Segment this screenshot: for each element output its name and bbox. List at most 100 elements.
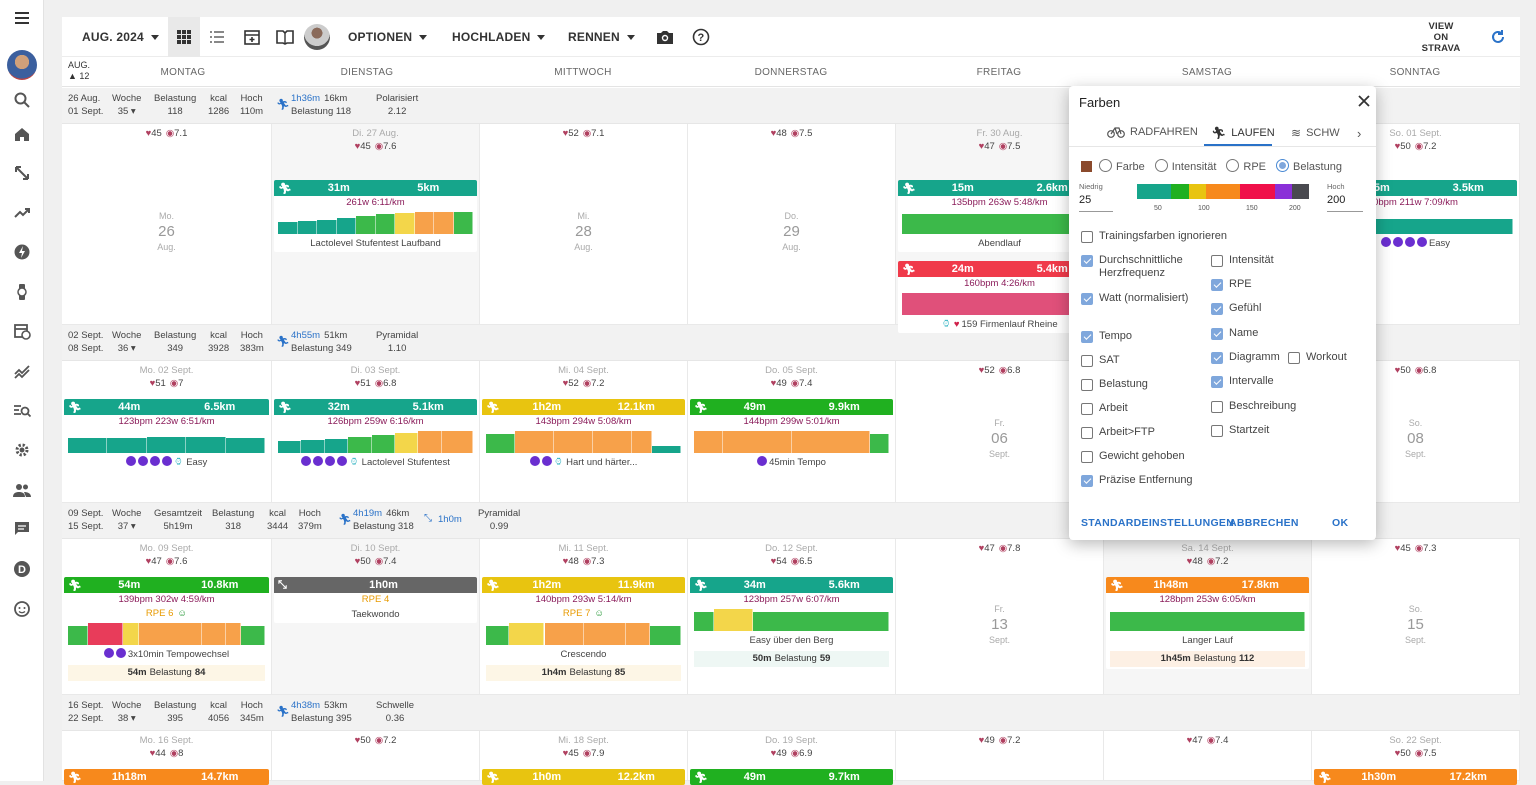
tab-radfahren[interactable]: RADFAHREN [1107,126,1198,138]
gear-icon[interactable] [0,433,44,467]
home-icon[interactable] [0,117,44,151]
calendar-clock-icon[interactable] [0,314,44,348]
day-cell[interactable]: Sa. 14 Sept. ♥48 ◉7.2 🏃︎ 1h48m 17.8km 128bpm 2… [1104,539,1312,695]
day-cell[interactable]: Mi. 11 Sept. ♥48 ◉7.3 🏃︎ 1h2m 11.9km 140bpm 29… [480,539,688,695]
grid-view-icon[interactable] [168,17,200,57]
day-cell[interactable]: ♥48 ◉7.5 Do. 29 Aug. [688,124,896,325]
tab-schwimmen[interactable]: ≋ SCHW [1291,126,1340,140]
day-cell[interactable]: Di. 10 Sept. ♥50 ◉7.4 ⤡ 1h0m RPE 4 Taekwondo [272,539,480,695]
help-icon[interactable]: ? [692,17,710,57]
ok-button[interactable]: OK [1332,517,1348,529]
activity-card[interactable]: 🏃︎ 1h2m 12.1km 143bpm 294w 5:08/km ⌚︎ Hart un… [482,399,685,471]
niedrig-input[interactable]: 25 [1079,192,1113,212]
optionen-menu[interactable]: OPTIONEN [348,17,428,57]
day-cell[interactable]: Di. 27 Aug. ♥45 ◉7.6 🏃︎ 31m 5km 261w 6:11/km La… [272,124,480,325]
standard-settings-button[interactable]: STANDARDEINSTELLUNGEN [1081,517,1234,529]
bolt-icon[interactable] [0,235,44,269]
d-icon[interactable]: D [0,552,44,586]
radio-belastung[interactable]: Belastung [1276,159,1342,173]
week-summary[interactable]: 16 Sept. 22 Sept. Woche 38 ▾ Belastung 395 kca… [62,695,1520,731]
expand-icon[interactable] [0,156,44,190]
activity-card[interactable]: 🏃︎ 54m 10.8km 139bpm 302w 4:59/km RPE 6 ☺ 3x10… [64,577,269,683]
week-number[interactable]: Woche 38 ▾ [112,699,141,725]
day-cell[interactable]: ♥47 ◉7.8 Fr. 13 Sept. [896,539,1104,695]
checkbox-7[interactable]: Gewicht gehoben [1081,450,1201,463]
people-icon[interactable] [0,473,44,507]
calendar-add-icon[interactable] [244,17,260,57]
activity-card[interactable]: 🏃︎ 49m 9.7km [690,769,893,785]
day-cell[interactable]: Do. 19 Sept. ♥49 ◉6.9 🏃︎ 49m 9.7km [688,731,896,785]
checkbox-r4[interactable]: Diagramm [1211,351,1280,364]
radio-farbe[interactable]: Farbe [1099,159,1145,173]
activity-card[interactable]: 🏃︎ 34m 5.6km 123bpm 257w 6:07/km Easy über d… [690,577,893,669]
avatar[interactable] [0,48,44,82]
week-number[interactable]: Woche 35 ▾ [112,92,141,118]
activity-card[interactable]: 🏃︎ 1h30m 17.2km [1314,769,1517,785]
activity-card[interactable]: 🏃︎ 1h18m 14.7km [64,769,269,785]
hochladen-menu[interactable]: HOCHLADEN [452,17,546,57]
rennen-menu[interactable]: RENNEN [568,17,635,57]
book-icon[interactable] [276,17,294,57]
activity-card[interactable]: 🏃︎ 44m 6.5km 123bpm 223w 6:51/km ⌚︎ Easy [64,399,269,471]
activity-card[interactable]: 🏃︎ 1h2m 11.9km 140bpm 293w 5:14/km RPE 7 ☺ Cre… [482,577,685,683]
checkbox-8[interactable]: Präzise Entfernung [1081,474,1201,487]
hoch-input[interactable]: 200 [1327,192,1363,212]
day-cell[interactable]: Mo. 09 Sept. ♥47 ◉7.6 🏃︎ 54m 10.8km 139bpm 302… [62,539,272,695]
checkbox-r1[interactable]: RPE [1211,278,1252,291]
activity-card[interactable]: 🏃︎ 1h0m 12.2km [482,769,685,785]
tab-laufen[interactable]: 🏃︎ LAUFEN [1211,126,1275,140]
day-cell[interactable]: ♥45 ◉7.3 So. 15 Sept. [1312,539,1520,695]
radio-intensitaet[interactable]: Intensität [1154,159,1216,173]
day-cell[interactable]: Di. 03 Sept. ♥51 ◉6.8 🏃︎ 32m 5.1km 126bpm 259w… [272,361,480,503]
chevron-right-icon[interactable]: › [1357,126,1361,141]
chart-icon[interactable] [0,354,44,388]
month-select[interactable]: AUG. 2024 [82,17,159,57]
trending-icon[interactable] [0,195,44,229]
close-icon[interactable] [1357,94,1371,113]
week-number[interactable]: Woche 36 ▾ [112,329,141,355]
day-cell[interactable]: ♥50 ◉7.2 [272,731,480,781]
day-cell[interactable]: Mi. 04 Sept. ♥52 ◉7.2 🏃︎ 1h2m 12.1km 143bpm 29… [480,361,688,503]
day-cell[interactable]: So. 22 Sept. ♥50 ◉7.5 🏃︎ 1h30m 17.2km [1312,731,1520,785]
ignore-colors-checkbox[interactable]: Trainingsfarben ignorieren [1081,230,1227,243]
checkbox-2[interactable]: Tempo [1081,330,1201,343]
checkbox-r6[interactable]: Beschreibung [1211,400,1296,413]
day-cell[interactable]: Mi. 18 Sept. ♥45 ◉7.9 🏃︎ 1h0m 12.2km [480,731,688,785]
day-cell[interactable]: Mo. 02 Sept. ♥51 ◉7 🏃︎ 44m 6.5km 123bpm 223w 6… [62,361,272,503]
day-cell[interactable]: ♥49 ◉7.2 [896,731,1104,781]
checkbox-r5[interactable]: Intervalle [1211,375,1274,388]
camera-icon[interactable] [656,17,674,57]
day-cell[interactable]: ♥45 ◉7.1 Mo. 26 Aug. [62,124,272,325]
week-number[interactable]: Woche 37 ▾ [112,507,141,533]
cancel-button[interactable]: ABBRECHEN [1229,517,1299,529]
day-cell[interactable]: Do. 12 Sept. ♥54 ◉6.5 🏃︎ 34m 5.6km 123bpm 257w… [688,539,896,695]
checkbox-3[interactable]: SAT [1081,354,1201,367]
view-on-strava-button[interactable]: VIEW ON STRAVA [1420,17,1462,57]
activity-card[interactable]: 🏃︎ 49m 9.9km 144bpm 299w 5:01/km 45min Tempo [690,399,893,471]
menu-icon[interactable] [0,1,44,35]
chat-icon[interactable] [0,512,44,546]
workout-checkbox[interactable]: Workout [1288,351,1347,364]
activity-card[interactable]: 🏃︎ 1h48m 17.8km 128bpm 253w 6:05/km Langer L… [1106,577,1309,669]
checkbox-r0[interactable]: Intensität [1211,254,1274,267]
checkbox-r3[interactable]: Name [1211,327,1258,340]
day-cell[interactable]: ♥52 ◉7.1 Mi. 28 Aug. [480,124,688,325]
activity-card[interactable]: 🏃︎ 32m 5.1km 126bpm 259w 6:16/km ⌚︎ Lactoleve… [274,399,477,471]
radio-rpe[interactable]: RPE [1226,159,1266,173]
day-cell[interactable]: ♥47 ◉7.4 [1104,731,1312,781]
athlete-avatar[interactable] [304,17,330,57]
list-view-icon[interactable] [202,17,232,57]
checkbox-5[interactable]: Arbeit [1081,402,1201,415]
refresh-icon[interactable] [1490,17,1506,57]
day-cell[interactable]: Mo. 16 Sept. ♥44 ◉8 🏃︎ 1h18m 14.7km [62,731,272,785]
activity-card[interactable]: 🏃︎ 31m 5km 261w 6:11/km Lactolevel Stufentes… [274,180,477,252]
search-list-icon[interactable] [0,394,44,428]
checkbox-6[interactable]: Arbeit>FTP [1081,426,1201,439]
search-icon[interactable] [0,83,44,117]
activity-card[interactable]: ⤡ 1h0m RPE 4 Taekwondo [274,577,477,623]
face-icon[interactable] [0,592,44,626]
checkbox-0[interactable]: Durchschnittliche Herzfrequenz [1081,254,1201,280]
checkbox-r7[interactable]: Startzeit [1211,424,1269,437]
checkbox-4[interactable]: Belastung [1081,378,1201,391]
watch-icon[interactable] [0,275,44,309]
